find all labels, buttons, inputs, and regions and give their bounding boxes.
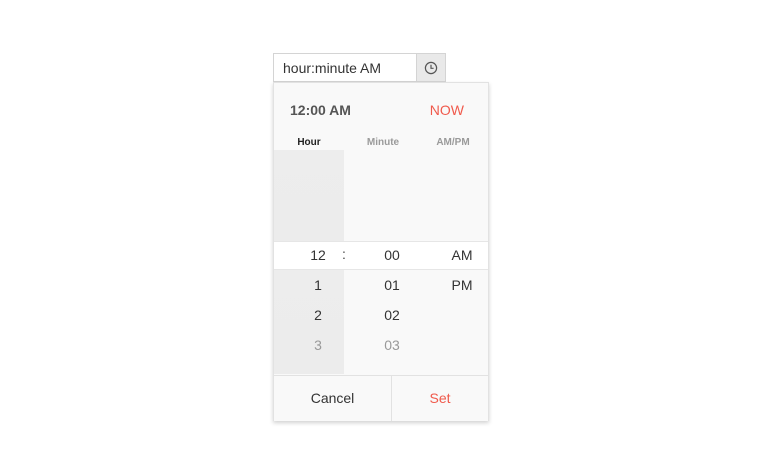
clock-icon [424,61,438,74]
selected-ampm[interactable]: AM [427,245,497,265]
clock-button[interactable] [416,54,445,81]
stage: hour:minute AM 12:00 AM NOW Hour Minute … [0,0,770,464]
set-button[interactable]: Set [392,376,488,421]
hour-option[interactable]: 3 [283,335,353,355]
header-time: 12:00 AM [290,102,351,118]
column-header-minute[interactable]: Minute [348,137,418,148]
hour-option[interactable]: 2 [283,305,353,325]
column-header-hour[interactable]: Hour [274,137,344,148]
time-separator: : [342,246,346,262]
picker-footer: Cancel Set [274,375,488,421]
cancel-button[interactable]: Cancel [274,376,392,421]
column-header-ampm[interactable]: AM/PM [418,137,488,148]
ampm-option[interactable]: PM [427,275,497,295]
now-button[interactable]: NOW [430,102,464,118]
time-input[interactable]: hour:minute AM [273,53,446,82]
minute-option[interactable]: 02 [357,305,427,325]
time-input-value[interactable]: hour:minute AM [283,54,381,82]
selected-minute[interactable]: 00 [357,245,427,265]
hour-column-highlight-top [274,150,344,242]
time-picker-popup: 12:00 AM NOW Hour Minute AM/PM 12 : 00 A… [273,82,489,421]
minute-option[interactable]: 03 [357,335,427,355]
minute-option[interactable]: 01 [357,275,427,295]
hour-option[interactable]: 1 [283,275,353,295]
